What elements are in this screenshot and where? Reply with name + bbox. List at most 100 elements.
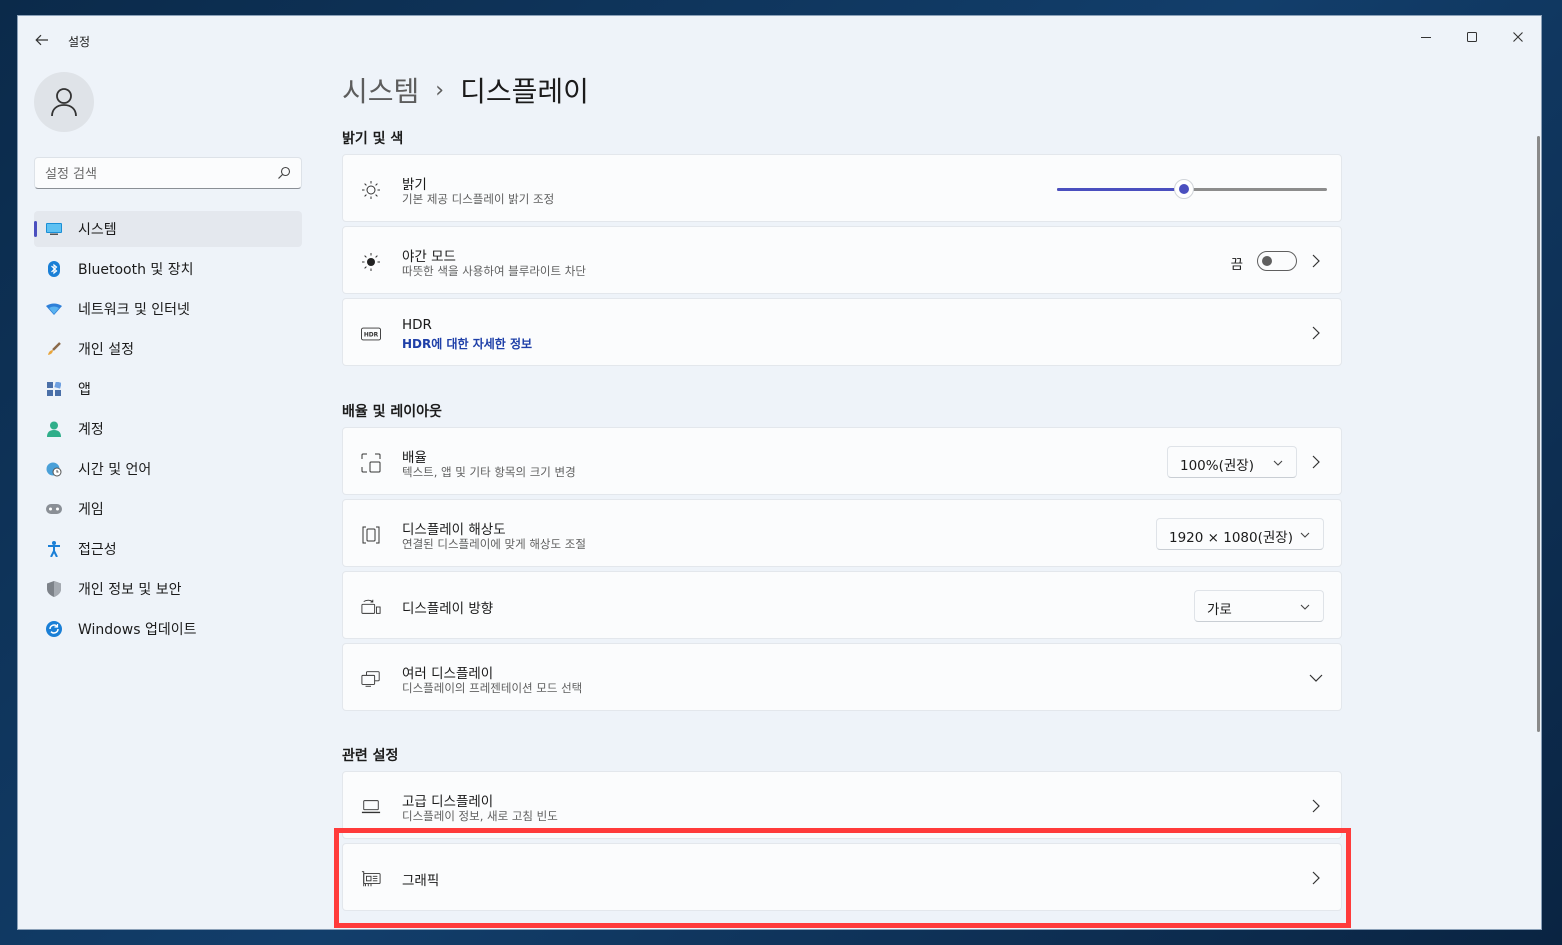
chevron-right-icon[interactable] bbox=[1309, 325, 1323, 341]
close-button[interactable] bbox=[1495, 22, 1541, 52]
hdr-icon: HDR bbox=[361, 325, 381, 343]
user-icon bbox=[51, 88, 77, 117]
sidebar-item-accounts[interactable]: 계정 bbox=[34, 411, 302, 447]
scale-icon bbox=[361, 453, 381, 473]
globe-clock-icon bbox=[46, 461, 62, 477]
brightness-title: 밝기 bbox=[402, 177, 427, 193]
advanced-display-title: 고급 디스플레이 bbox=[402, 794, 494, 810]
avatar[interactable] bbox=[34, 72, 94, 132]
shield-icon bbox=[46, 581, 62, 597]
sidebar-item-label: 접근성 bbox=[78, 542, 117, 558]
person-icon bbox=[46, 421, 62, 437]
advanced-display-card[interactable]: 고급 디스플레이 디스플레이 정보, 새로 고침 빈도 bbox=[342, 771, 1342, 839]
section-brightness-color: 밝기 및 색 bbox=[342, 131, 404, 147]
maximize-icon bbox=[1467, 32, 1477, 42]
sidebar-item-system[interactable]: 시스템 bbox=[34, 211, 302, 247]
maximize-button[interactable] bbox=[1449, 22, 1495, 52]
search-icon[interactable] bbox=[277, 166, 291, 180]
back-button[interactable] bbox=[32, 30, 52, 50]
sidebar-item-bluetooth[interactable]: Bluetooth 및 장치 bbox=[34, 251, 302, 287]
sidebar-item-label: Windows 업데이트 bbox=[78, 622, 197, 638]
scale-description: 텍스트, 앱 및 기타 항목의 크기 변경 bbox=[402, 465, 576, 479]
sidebar-item-windows-update[interactable]: Windows 업데이트 bbox=[34, 611, 302, 647]
orientation-card: 디스플레이 방향 가로 bbox=[342, 571, 1342, 639]
orientation-icon bbox=[361, 598, 381, 616]
title-bar: 설정 bbox=[18, 16, 1541, 62]
sidebar-item-personalization[interactable]: 개인 설정 bbox=[34, 331, 302, 367]
night-light-state: 끔 bbox=[1230, 257, 1243, 273]
resolution-dropdown[interactable]: 1920 × 1080(권장) bbox=[1156, 518, 1324, 550]
sidebar-item-label: 시간 및 언어 bbox=[78, 462, 152, 478]
section-related-settings: 관련 설정 bbox=[342, 748, 399, 764]
apps-icon bbox=[46, 381, 62, 397]
resolution-description: 연결된 디스플레이에 맞게 해상도 조절 bbox=[402, 537, 586, 551]
graphics-card[interactable]: 그래픽 bbox=[342, 843, 1342, 911]
sidebar-item-apps[interactable]: 앱 bbox=[34, 371, 302, 407]
breadcrumb: 시스템 › 디스플레이 bbox=[342, 70, 589, 110]
night-light-toggle[interactable] bbox=[1257, 251, 1297, 271]
slider-thumb[interactable] bbox=[1173, 179, 1194, 199]
brightness-card: 밝기 기본 제공 디스플레이 밝기 조정 bbox=[342, 154, 1342, 222]
sun-icon bbox=[361, 181, 381, 199]
sidebar-item-label: 앱 bbox=[78, 382, 91, 398]
close-icon bbox=[1513, 32, 1523, 42]
chevron-down-icon bbox=[1300, 532, 1310, 538]
sidebar-item-label: Bluetooth 및 장치 bbox=[78, 262, 194, 278]
hdr-info-link[interactable]: HDR에 대한 자세한 정보 bbox=[402, 335, 532, 352]
sidebar-item-label: 개인 설정 bbox=[78, 342, 134, 358]
chevron-right-icon[interactable] bbox=[1309, 454, 1323, 470]
multiple-displays-card[interactable]: 여러 디스플레이 디스플레이의 프레젠테이션 모드 선택 bbox=[342, 643, 1342, 711]
night-light-card[interactable]: 야간 모드 따뜻한 색을 사용하여 블루라이트 차단 끔 bbox=[342, 226, 1342, 294]
resolution-value: 1920 × 1080(권장) bbox=[1169, 530, 1293, 546]
orientation-dropdown[interactable]: 가로 bbox=[1194, 590, 1324, 622]
resolution-card: 디스플레이 해상도 연결된 디스플레이에 맞게 해상도 조절 1920 × 10… bbox=[342, 499, 1342, 567]
update-icon bbox=[46, 621, 62, 637]
scale-card: 배율 텍스트, 앱 및 기타 항목의 크기 변경 100%(권장) bbox=[342, 427, 1342, 495]
chevron-right-icon[interactable] bbox=[1309, 253, 1323, 269]
settings-window: 설정 시스템 Bluetooth 및 장치 네트워크 및 인터넷 bbox=[17, 15, 1542, 930]
scale-dropdown[interactable]: 100%(권장) bbox=[1167, 446, 1297, 478]
brightness-description: 기본 제공 디스플레이 밝기 조정 bbox=[402, 192, 555, 206]
scale-value: 100%(권장) bbox=[1180, 458, 1254, 474]
scrollbar[interactable] bbox=[1537, 136, 1540, 732]
sidebar-item-time-language[interactable]: 시간 및 언어 bbox=[34, 451, 302, 487]
sidebar-item-label: 네트워크 및 인터넷 bbox=[78, 302, 190, 318]
hdr-card[interactable]: HDR HDR HDR에 대한 자세한 정보 bbox=[342, 298, 1342, 366]
slider-fill bbox=[1057, 188, 1184, 191]
night-light-description: 따뜻한 색을 사용하여 블루라이트 차단 bbox=[402, 264, 586, 278]
app-title: 설정 bbox=[68, 35, 91, 49]
page-title: 디스플레이 bbox=[460, 75, 589, 108]
sidebar-item-network[interactable]: 네트워크 및 인터넷 bbox=[34, 291, 302, 327]
chevron-down-icon bbox=[1273, 460, 1283, 466]
breadcrumb-separator: › bbox=[435, 77, 445, 103]
chevron-right-icon[interactable] bbox=[1309, 798, 1323, 814]
back-arrow-icon bbox=[35, 34, 48, 46]
resolution-icon bbox=[361, 526, 381, 544]
chevron-down-icon[interactable] bbox=[1309, 670, 1323, 686]
gamepad-icon bbox=[46, 501, 62, 517]
sidebar-item-privacy[interactable]: 개인 정보 및 보안 bbox=[34, 571, 302, 607]
resolution-title: 디스플레이 해상도 bbox=[402, 522, 506, 538]
search-input[interactable] bbox=[45, 164, 265, 184]
sidebar-item-accessibility[interactable]: 접근성 bbox=[34, 531, 302, 567]
minimize-button[interactable] bbox=[1403, 22, 1449, 52]
hdr-title: HDR bbox=[402, 317, 432, 333]
minimize-icon bbox=[1421, 37, 1431, 38]
brightness-slider[interactable] bbox=[1057, 179, 1327, 199]
monitor-icon bbox=[46, 221, 62, 237]
sidebar-item-label: 시스템 bbox=[78, 222, 117, 238]
sidebar-item-label: 게임 bbox=[78, 502, 104, 518]
multiple-displays-title: 여러 디스플레이 bbox=[402, 666, 494, 682]
night-light-title: 야간 모드 bbox=[402, 249, 456, 265]
laptop-icon bbox=[361, 798, 381, 816]
sidebar-item-gaming[interactable]: 게임 bbox=[34, 491, 302, 527]
chevron-right-icon[interactable] bbox=[1309, 870, 1323, 886]
bluetooth-icon bbox=[46, 261, 62, 277]
svg-text:HDR: HDR bbox=[364, 333, 379, 339]
breadcrumb-parent[interactable]: 시스템 bbox=[342, 70, 419, 110]
multiple-displays-description: 디스플레이의 프레젠테이션 모드 선택 bbox=[402, 681, 583, 695]
advanced-display-description: 디스플레이 정보, 새로 고침 빈도 bbox=[402, 809, 558, 823]
sidebar-item-label: 개인 정보 및 보안 bbox=[78, 582, 182, 598]
settings-search-box[interactable] bbox=[34, 157, 302, 189]
graphics-title: 그래픽 bbox=[402, 873, 440, 889]
